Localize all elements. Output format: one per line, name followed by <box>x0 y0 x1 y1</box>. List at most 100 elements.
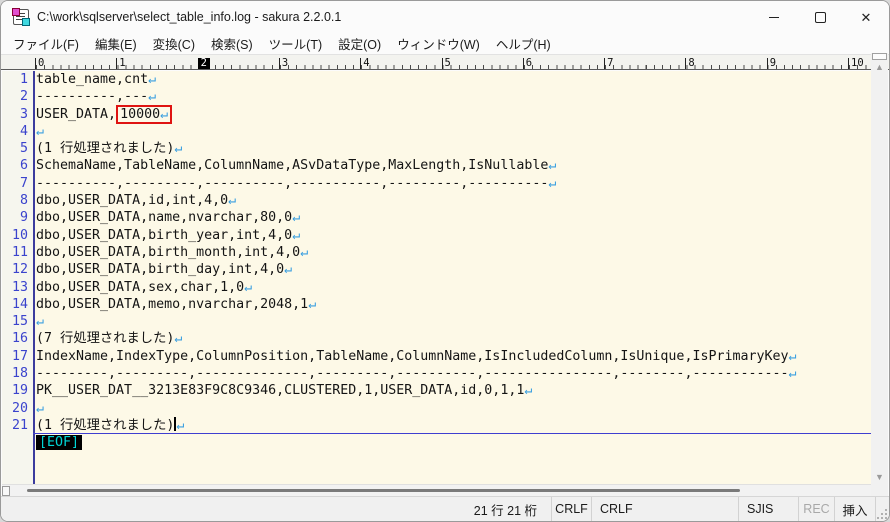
ruler-caret-marker: 2 <box>197 58 210 69</box>
menu-item[interactable]: ツール(T) <box>261 32 330 55</box>
scroll-down-arrow-icon[interactable]: ▼ <box>875 470 884 484</box>
editor-line[interactable]: 19 PK__USER_DAT__3213E83F9C8C9346,CLUSTER… <box>2 382 871 399</box>
vertical-scrollbar[interactable]: ▲ ▼ <box>871 53 888 484</box>
line-number: 5 <box>19 141 28 157</box>
line-number: 18 <box>11 366 28 382</box>
line-number: 8 <box>19 193 28 209</box>
resize-grip[interactable] <box>875 497 889 521</box>
line-text: PK__USER_DAT__3213E83F9C8C9346,CLUSTERED… <box>36 383 533 399</box>
editor-line[interactable]: 2 ----------,---↵ <box>2 88 871 105</box>
splitter-box[interactable] <box>872 53 887 60</box>
eol-mark-icon: ↵ <box>308 296 317 312</box>
eol-mark-icon: ↵ <box>300 244 309 260</box>
eof-marker: [EOF] <box>36 435 83 451</box>
maximize-button[interactable] <box>797 1 843 33</box>
editor-line[interactable]: 1 table_name,cnt↵ <box>2 71 871 88</box>
menu-item[interactable]: 編集(E) <box>87 32 145 55</box>
eol-mark-icon: ↵ <box>176 417 185 433</box>
editor-line[interactable]: 8 dbo,USER_DATA,id,int,4,0↵ <box>2 192 871 209</box>
eol-mark-icon: ↵ <box>36 123 45 139</box>
line-number: 16 <box>11 331 28 347</box>
editor-line[interactable]: 9 dbo,USER_DATA,name,nvarchar,80,0↵ <box>2 209 871 226</box>
eol-mark-icon: ↵ <box>174 331 183 347</box>
status-encoding[interactable]: SJIS <box>738 497 798 521</box>
eol-mark-icon: ↵ <box>228 193 237 209</box>
close-icon: ✕ <box>860 9 872 25</box>
horizontal-scrollbar[interactable] <box>2 484 871 496</box>
ruler-ticks <box>36 65 871 69</box>
editor-line[interactable]: 21 (1 行処理されました) ↵ <box>2 416 871 435</box>
line-number: 10 <box>11 227 28 243</box>
status-bar: 21 行 21 桁 CRLF CRLF SJIS REC 挿入 <box>1 496 889 521</box>
editor-line[interactable]: 4 ↵ <box>2 123 871 140</box>
ruler-number: 8 <box>685 58 695 69</box>
minimize-button[interactable] <box>751 1 797 33</box>
eol-mark-icon: ↵ <box>174 141 183 157</box>
line-text: [EOF] <box>33 434 871 451</box>
status-insert-mode[interactable]: 挿入 <box>834 497 875 521</box>
eol-mark-icon: ↵ <box>148 89 157 105</box>
eol-mark-icon: ↵ <box>548 175 557 191</box>
highlight-red-box: 10000↵ <box>116 104 173 124</box>
app-window: C:\work\sqlserver\select_table_info.log … <box>0 0 890 522</box>
minimize-icon <box>769 16 779 18</box>
line-text: ↵ <box>33 123 871 140</box>
editor[interactable]: 1 table_name,cnt↵ 2 ----------,---↵ 3 USER_DA… <box>2 71 871 484</box>
line-text: dbo,USER_DATA,name,nvarchar,80,0↵ <box>36 210 301 226</box>
line-number: 1 <box>19 72 28 87</box>
close-button[interactable]: ✕ <box>843 1 889 33</box>
line-text: (1 行処理されました)↵ <box>33 416 871 435</box>
line-text: USER_DATA, 10000↵ <box>33 104 871 124</box>
line-number: 7 <box>19 175 28 191</box>
editor-line[interactable]: 10 dbo,USER_DATA,birth_year,int,4,0↵ <box>2 227 871 244</box>
menu-item[interactable]: ヘルプ(H) <box>488 32 559 55</box>
line-number: 14 <box>11 296 28 312</box>
title-bar: C:\work\sqlserver\select_table_info.log … <box>1 1 889 33</box>
editor-line[interactable]: 6 SchemaName,TableName,ColumnName,ASvData… <box>2 157 871 174</box>
scroll-up-arrow-icon[interactable]: ▲ <box>875 60 884 74</box>
window-title: C:\work\sqlserver\select_table_info.log … <box>37 10 342 24</box>
editor-line[interactable]: 3 USER_DATA, 10000↵ <box>2 104 871 124</box>
eol-mark-icon: ↵ <box>788 366 797 382</box>
horizontal-scroll-thumb[interactable] <box>27 489 740 492</box>
editor-line[interactable]: 16 (7 行処理されました)↵ <box>2 330 871 347</box>
line-text: dbo,USER_DATA,id,int,4,0↵ <box>36 193 237 209</box>
line-text: table_name,cnt↵ <box>36 72 157 87</box>
ruler-number: 10 <box>848 58 864 69</box>
line-number: 20 <box>11 400 28 416</box>
editor-line[interactable]: 20 ↵ <box>2 400 871 417</box>
ruler-number: 7 <box>604 58 613 69</box>
line-number: 3 <box>19 106 28 122</box>
status-message <box>1 497 443 521</box>
editor-line[interactable]: 5 (1 行処理されました)↵ <box>2 140 871 157</box>
line-text: (7 行処理されました)↵ <box>36 331 183 347</box>
editor-line[interactable]: 13 dbo,USER_DATA,sex,char,1,0↵ <box>2 279 871 296</box>
eol-mark-icon: ↵ <box>36 314 45 330</box>
editor-line[interactable]: 12 dbo,USER_DATA,birth_day,int,4,0↵ <box>2 261 871 278</box>
menu-item[interactable]: 変換(C) <box>145 32 203 55</box>
ruler-number: 6 <box>522 58 532 69</box>
editor-line[interactable]: 11 dbo,USER_DATA,birth_month,int,4,0↵ <box>2 244 871 261</box>
editor-line[interactable]: 14 dbo,USER_DATA,memo,nvarchar,2048,1↵ <box>2 296 871 313</box>
horizontal-splitter-box[interactable] <box>2 486 10 496</box>
ruler-number: 1 <box>116 58 126 69</box>
editor-line[interactable]: 7 ----------,---------,----------,-------… <box>2 175 871 192</box>
line-number: 11 <box>11 244 28 260</box>
status-line-ending[interactable]: CRLF <box>551 497 591 521</box>
ruler: 0 1 2 3 4 5 6 7 8 9 10 <box>1 54 889 70</box>
editor-line[interactable]: 18 ---------,---------,--------------,---… <box>2 365 871 382</box>
menu-item[interactable]: ファイル(F) <box>5 32 87 55</box>
editor-line[interactable]: 17 IndexName,IndexType,ColumnPosition,Tab… <box>2 348 871 365</box>
line-number: 15 <box>11 314 28 330</box>
menu-item[interactable]: 設定(O) <box>330 32 389 55</box>
window-controls: ✕ <box>751 1 889 33</box>
status-input-line-ending[interactable]: CRLF <box>591 497 738 521</box>
scrollbar-corner <box>871 484 888 496</box>
menu-item[interactable]: 検索(S) <box>203 32 261 55</box>
line-number: 13 <box>11 279 28 295</box>
editor-line[interactable]: 15 ↵ <box>2 313 871 330</box>
menu-bar: ファイル(F) 編集(E) 変換(C) 検索(S) ツール(T) 設定(O) ウィンドウ(W… <box>1 33 889 54</box>
menu-item[interactable]: ウィンドウ(W) <box>389 32 488 55</box>
line-text: ↵ <box>33 400 871 417</box>
eof-line: [EOF] <box>2 434 871 451</box>
